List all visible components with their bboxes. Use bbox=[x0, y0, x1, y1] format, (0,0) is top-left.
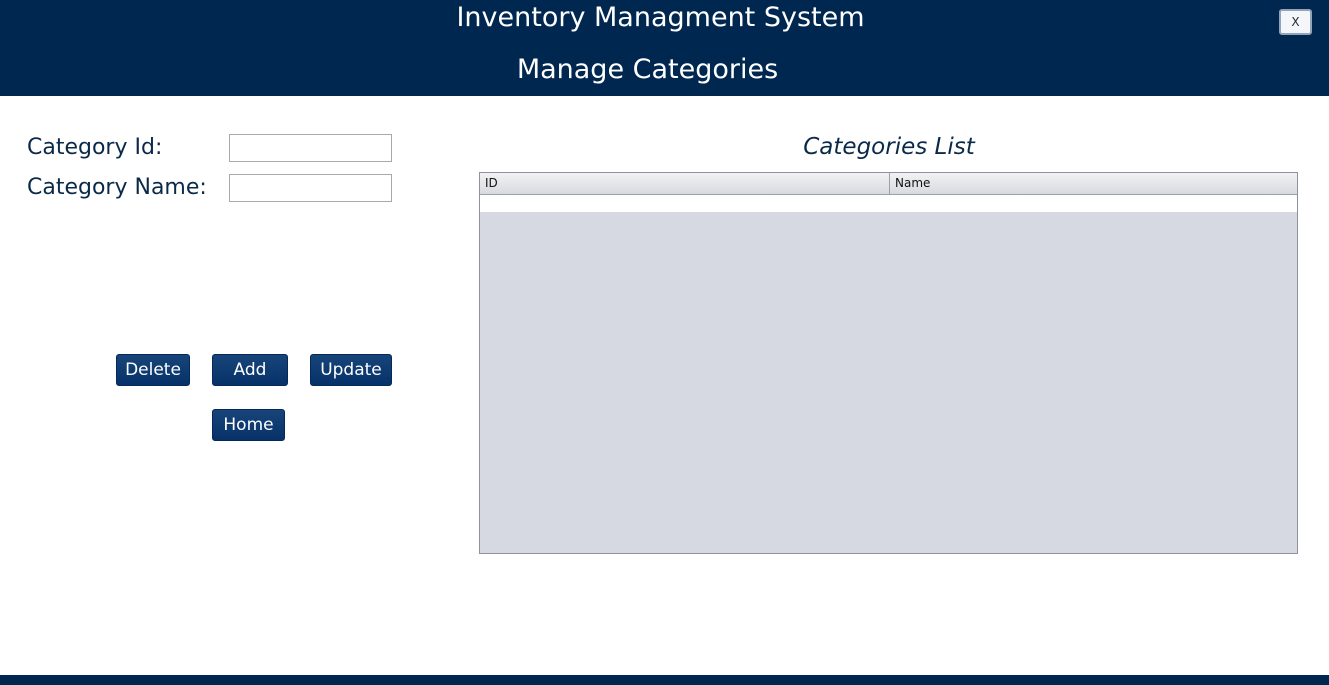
table-row[interactable] bbox=[480, 195, 1297, 212]
home-button[interactable]: Home bbox=[212, 409, 285, 441]
column-header-name[interactable]: Name bbox=[889, 173, 1297, 194]
header-bar: Inventory Managment System Manage Catego… bbox=[0, 0, 1329, 96]
category-id-label: Category Id: bbox=[27, 135, 163, 160]
categories-table[interactable]: ID Name bbox=[479, 172, 1298, 554]
update-button[interactable]: Update bbox=[310, 354, 392, 386]
categories-list-title: Categories List bbox=[803, 134, 975, 160]
column-header-id[interactable]: ID bbox=[480, 173, 889, 194]
page-title: Manage Categories bbox=[516, 54, 779, 85]
category-id-input[interactable] bbox=[229, 134, 392, 162]
close-button[interactable]: X bbox=[1279, 9, 1312, 35]
app-title: Inventory Managment System bbox=[456, 2, 865, 33]
delete-button[interactable]: Delete bbox=[116, 354, 190, 386]
table-header: ID Name bbox=[480, 173, 1297, 195]
add-button[interactable]: Add bbox=[212, 354, 288, 386]
footer-bar bbox=[0, 675, 1329, 685]
category-name-label: Category Name: bbox=[27, 175, 207, 200]
category-name-input[interactable] bbox=[229, 174, 392, 202]
